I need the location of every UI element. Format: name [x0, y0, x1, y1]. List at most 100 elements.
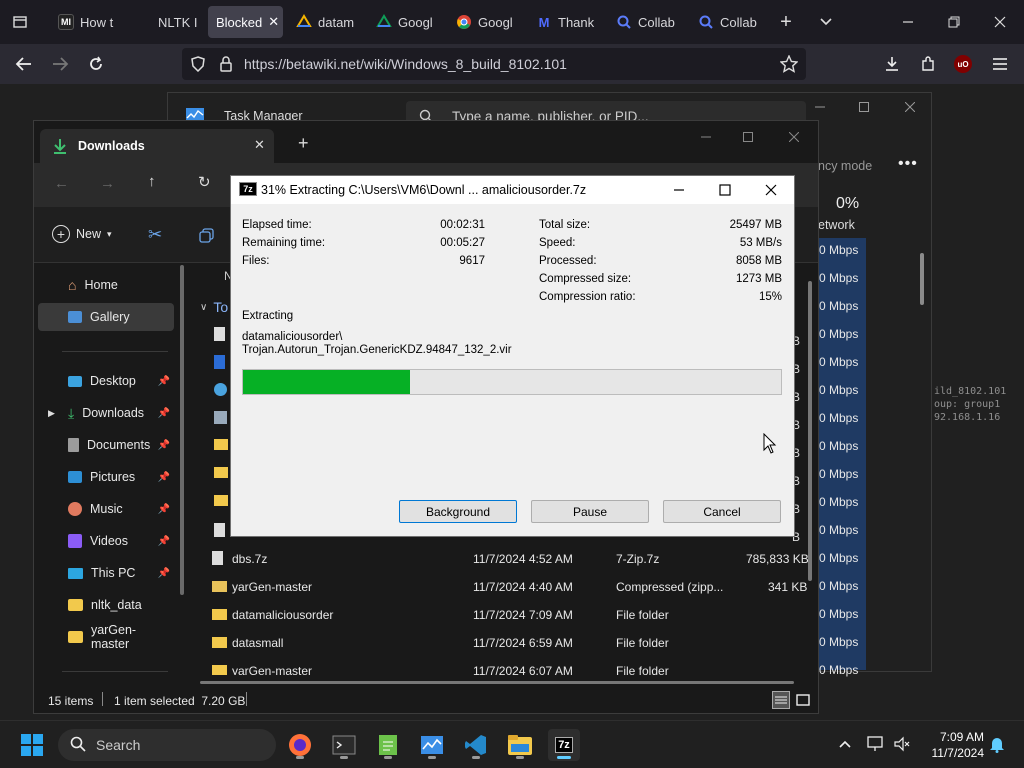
minimize-icon[interactable]: [698, 129, 714, 145]
tab-1[interactable]: NLTK I: [150, 6, 200, 38]
ublock-icon[interactable]: uO: [954, 55, 972, 73]
pin-icon[interactable]: 📌: [158, 568, 170, 579]
pin-icon[interactable]: 📌: [158, 536, 170, 547]
pin-icon[interactable]: 📌: [158, 408, 170, 419]
nav-item-documents[interactable]: Documents 📌: [38, 431, 174, 459]
clock[interactable]: 7:09 AM 11/7/2024: [920, 729, 985, 761]
close-icon[interactable]: [786, 129, 802, 145]
tab-5[interactable]: Googl: [448, 6, 524, 38]
close-tab-icon[interactable]: ✕: [268, 14, 279, 30]
nav-scrollbar[interactable]: [180, 265, 184, 595]
efficiency-mode-label[interactable]: ncy mode: [818, 159, 872, 173]
pin-icon[interactable]: 📌: [158, 504, 170, 515]
shield-icon[interactable]: [190, 56, 206, 72]
lock-icon[interactable]: [218, 56, 234, 72]
tab-overview-icon[interactable]: [10, 12, 30, 32]
network-column-header[interactable]: etwork: [818, 218, 855, 232]
tab-0[interactable]: MI How t: [50, 6, 142, 38]
maximize-icon[interactable]: [717, 182, 733, 198]
minimize-icon[interactable]: [812, 99, 828, 115]
nav-item-pictures[interactable]: Pictures 📌: [38, 463, 174, 491]
explorer-tab[interactable]: Downloads ✕: [40, 129, 274, 163]
notification-bell-icon[interactable]: [988, 735, 1006, 753]
pin-icon[interactable]: 📌: [158, 376, 170, 387]
network-icon[interactable]: [866, 735, 886, 753]
nav-item-yargen-master[interactable]: yarGen-master: [38, 623, 174, 651]
extensions-icon[interactable]: [918, 54, 938, 74]
close-tab-icon[interactable]: ✕: [254, 137, 265, 153]
cut-icon[interactable]: ✂: [148, 225, 162, 245]
table-row[interactable]: datamaliciousorder 11/7/2024 7:09 AM Fil…: [210, 601, 810, 629]
terminal-icon[interactable]: [328, 729, 360, 761]
table-row[interactable]: yarGen-master 11/7/2024 6:07 AM File fol…: [210, 657, 810, 675]
nav-item-nltk-data[interactable]: nltk_data: [38, 591, 174, 619]
horizontal-scrollbar[interactable]: [200, 681, 794, 684]
url-text[interactable]: https://betawiki.net/wiki/Windows_8_buil…: [244, 56, 567, 72]
table-row[interactable]: yarGen-master 11/7/2024 4:40 AM Compress…: [210, 573, 810, 601]
taskbar-search-box[interactable]: Search: [58, 729, 276, 761]
table-row[interactable]: dbs.7z 11/7/2024 4:52 AM 7-Zip.7z 785,83…: [210, 545, 810, 573]
tab-2-active[interactable]: Blocked ✕: [208, 6, 283, 38]
tab-3[interactable]: datam: [288, 6, 360, 38]
volume-muted-icon[interactable]: [892, 735, 912, 753]
close-icon[interactable]: [990, 12, 1010, 32]
bookmark-star-icon[interactable]: [780, 55, 798, 73]
minimize-icon[interactable]: [898, 12, 918, 32]
chevron-down-icon[interactable]: [816, 12, 836, 32]
more-options-icon[interactable]: •••: [898, 155, 918, 173]
scrollbar-thumb[interactable]: [920, 253, 924, 305]
file-explorer-icon[interactable]: [504, 729, 536, 761]
compression-ratio-label: Compression ratio:: [539, 291, 636, 303]
file-list-scrollbar[interactable]: [808, 281, 812, 581]
task-manager-icon[interactable]: [416, 729, 448, 761]
copy-icon[interactable]: [198, 227, 214, 243]
tab-6[interactable]: M Thank: [528, 6, 604, 38]
forward-arrow-icon[interactable]: →: [100, 175, 115, 192]
close-icon[interactable]: [902, 99, 918, 115]
restore-icon[interactable]: [944, 12, 964, 32]
nav-item-downloads[interactable]: ▶ ⤓ Downloads 📌: [38, 399, 174, 427]
details-view-icon[interactable]: [772, 691, 790, 709]
windows-start-icon[interactable]: [16, 729, 48, 761]
nav-item-gallery[interactable]: Gallery: [38, 303, 174, 331]
nav-item-music[interactable]: Music 📌: [38, 495, 174, 523]
back-arrow-icon[interactable]: [14, 54, 34, 74]
pin-icon[interactable]: 📌: [158, 472, 170, 483]
tab-8[interactable]: Collab: [690, 6, 770, 38]
back-arrow-icon[interactable]: ←: [54, 175, 69, 192]
up-arrow-icon[interactable]: ↑: [148, 173, 156, 190]
group-header[interactable]: ∨ To: [200, 299, 228, 315]
network-value: 0 Mbps: [819, 607, 859, 621]
notepad-icon[interactable]: [372, 729, 404, 761]
table-row[interactable]: datasmall 11/7/2024 6:59 AM File folder: [210, 629, 810, 657]
chevron-up-icon[interactable]: [836, 735, 854, 753]
background-button[interactable]: Background: [399, 500, 517, 523]
new-tab-icon[interactable]: +: [776, 11, 796, 33]
cancel-button[interactable]: Cancel: [663, 500, 781, 523]
firefox-icon[interactable]: [284, 729, 316, 761]
url-bar[interactable]: https://betawiki.net/wiki/Windows_8_buil…: [182, 48, 806, 80]
expand-chevron-icon[interactable]: ▶: [48, 408, 55, 419]
pin-icon[interactable]: 📌: [158, 440, 170, 451]
vscode-icon[interactable]: [460, 729, 492, 761]
maximize-icon[interactable]: [856, 99, 872, 115]
tiles-view-icon[interactable]: [794, 691, 812, 709]
nav-item-videos[interactable]: Videos 📌: [38, 527, 174, 555]
7zip-taskbar-icon[interactable]: 7z: [548, 729, 580, 761]
nav-item-home[interactable]: ⌂ Home: [38, 271, 174, 299]
new-button[interactable]: + New ▾: [52, 225, 112, 243]
reload-icon[interactable]: [86, 54, 106, 74]
maximize-icon[interactable]: [740, 129, 756, 145]
nav-item-this-pc[interactable]: This PC 📌: [38, 559, 174, 587]
close-icon[interactable]: [763, 182, 779, 198]
refresh-icon[interactable]: ↻: [198, 173, 211, 191]
pause-button[interactable]: Pause: [531, 500, 649, 523]
tab-4[interactable]: Googl: [368, 6, 444, 38]
downloads-icon[interactable]: [882, 54, 902, 74]
forward-arrow-icon[interactable]: [50, 54, 70, 74]
tab-7[interactable]: Collab: [608, 6, 688, 38]
minimize-icon[interactable]: [671, 182, 687, 198]
new-tab-icon[interactable]: +: [298, 133, 309, 154]
nav-item-desktop[interactable]: Desktop 📌: [38, 367, 174, 395]
hamburger-menu-icon[interactable]: [990, 54, 1010, 74]
